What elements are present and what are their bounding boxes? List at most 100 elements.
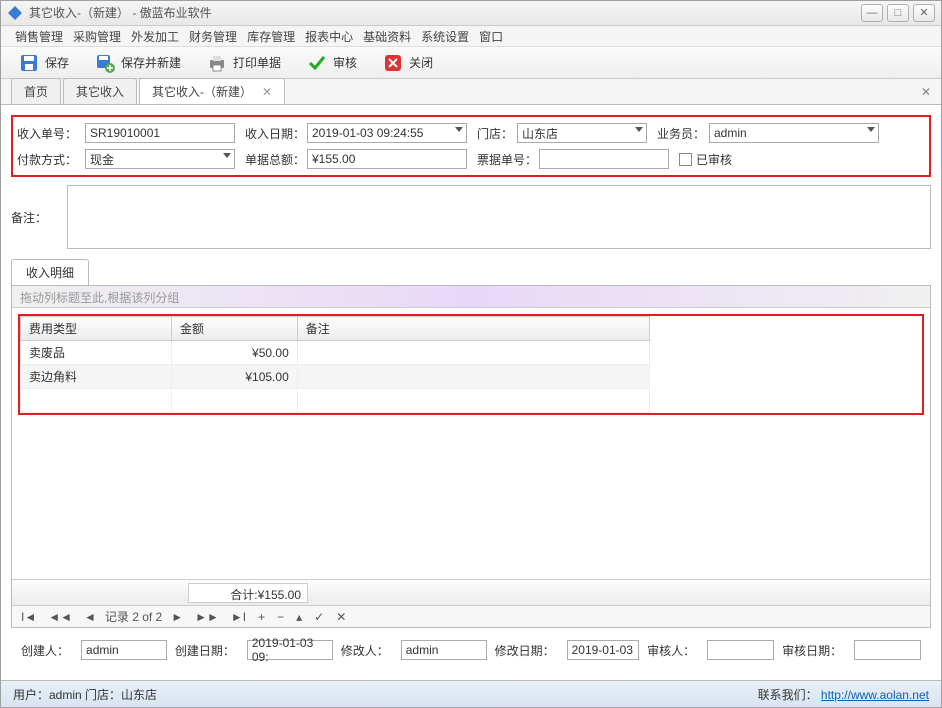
tab-other-income-new[interactable]: 其它收入-（新建）✕: [139, 78, 285, 104]
tab-close-icon[interactable]: ✕: [262, 85, 272, 99]
pager-next[interactable]: ►: [168, 610, 186, 624]
status-link[interactable]: http://www.aolan.net: [821, 688, 929, 702]
menu-outsource[interactable]: 外发加工: [131, 28, 179, 45]
auditor-label: 审核人：: [647, 642, 699, 659]
grid-area: 拖动列标题至此,根据该列分组 费用类型 金额 备注 卖废品¥50.00 卖边角料…: [11, 285, 931, 628]
modifier-input[interactable]: admin: [401, 640, 487, 660]
save-new-button[interactable]: 保存并新建: [95, 53, 181, 73]
menu-system[interactable]: 系统设置: [421, 28, 469, 45]
pager-remove[interactable]: −: [274, 610, 287, 624]
menubar: 销售管理 采购管理 外发加工 财务管理 库存管理 报表中心 基础资料 系统设置 …: [1, 26, 941, 47]
modifier-label: 修改人：: [341, 642, 393, 659]
print-icon: [207, 53, 227, 73]
salesman-label: 业务员：: [657, 125, 709, 142]
auditor-input[interactable]: [707, 640, 774, 660]
save-new-label: 保存并新建: [121, 54, 181, 71]
pager-last[interactable]: ►I: [228, 610, 249, 624]
billno-input[interactable]: [539, 149, 669, 169]
close-icon: [383, 53, 403, 73]
col-type[interactable]: 费用类型: [21, 317, 172, 341]
pager-edit[interactable]: ▴: [293, 610, 305, 624]
modifydate-label: 修改日期：: [495, 642, 559, 659]
store-combo[interactable]: 山东店: [517, 123, 647, 143]
pager-cancel[interactable]: ✕: [333, 610, 349, 624]
group-hint[interactable]: 拖动列标题至此,根据该列分组: [12, 286, 930, 308]
checkbox-icon: [679, 153, 692, 166]
audit-row: 创建人： admin 创建日期： 2019-01-03 09: 修改人： adm…: [11, 628, 931, 672]
status-contact: 联系我们： http://www.aolan.net: [758, 686, 929, 703]
print-button[interactable]: 打印单据: [207, 53, 281, 73]
chevron-down-icon: [455, 127, 463, 132]
detail-tab-income[interactable]: 收入明细: [11, 259, 89, 285]
table-row[interactable]: 卖边角料¥105.00: [21, 365, 650, 389]
close-button[interactable]: 关闭: [383, 53, 433, 73]
table-row[interactable]: 卖废品¥50.00: [21, 341, 650, 365]
save-button[interactable]: 保存: [19, 53, 69, 73]
app-icon: [7, 5, 23, 21]
remark-textarea[interactable]: [67, 185, 931, 249]
paymethod-combo[interactable]: 现金: [85, 149, 235, 169]
menu-inventory[interactable]: 库存管理: [247, 28, 295, 45]
billno-label: 票据单号：: [477, 151, 539, 168]
minimize-button[interactable]: —: [861, 4, 883, 22]
col-amount[interactable]: 金额: [171, 317, 297, 341]
audit-button[interactable]: 审核: [307, 53, 357, 73]
detail-grid[interactable]: 费用类型 金额 备注 卖废品¥50.00 卖边角料¥105.00: [20, 316, 650, 413]
auditdate-label: 审核日期：: [782, 642, 846, 659]
menu-basedata[interactable]: 基础资料: [363, 28, 411, 45]
remark-label: 备注：: [11, 185, 63, 249]
pager-text: 记录 2 of 2: [105, 608, 162, 625]
tab-home[interactable]: 首页: [11, 78, 61, 104]
status-user: 用户：admin 门店：山东店: [13, 686, 157, 703]
close-label: 关闭: [409, 54, 433, 71]
menu-finance[interactable]: 财务管理: [189, 28, 237, 45]
date-input[interactable]: 2019-01-03 09:24:55: [307, 123, 467, 143]
pager-nextpage[interactable]: ►►: [192, 610, 222, 624]
pager-prev[interactable]: ◄: [81, 610, 99, 624]
date-label: 收入日期：: [245, 125, 307, 142]
modifydate-input[interactable]: 2019-01-03: [567, 640, 640, 660]
print-label: 打印单据: [233, 54, 281, 71]
auditdate-input[interactable]: [854, 640, 921, 660]
store-label: 门店：: [477, 125, 517, 142]
menu-report[interactable]: 报表中心: [305, 28, 353, 45]
pager: I◄ ◄◄ ◄ 记录 2 of 2 ► ►► ►I + − ▴ ✓ ✕: [12, 605, 930, 627]
pager-commit[interactable]: ✓: [311, 610, 327, 624]
audited-label: 已审核: [696, 151, 732, 168]
grid-highlight: 费用类型 金额 备注 卖废品¥50.00 卖边角料¥105.00: [18, 314, 924, 415]
pager-prevpage[interactable]: ◄◄: [45, 610, 75, 624]
grid-footer: 合计:¥155.00: [12, 579, 930, 605]
orderno-label: 收入单号：: [17, 125, 85, 142]
col-remark[interactable]: 备注: [297, 317, 649, 341]
pager-first[interactable]: I◄: [18, 610, 39, 624]
detail-tabs: 收入明细: [11, 259, 931, 285]
grid-empty-space: [12, 421, 930, 579]
maximize-button[interactable]: □: [887, 4, 909, 22]
paymethod-label: 付款方式：: [17, 151, 85, 168]
total-input[interactable]: ¥155.00: [307, 149, 467, 169]
total-label: 单据总额：: [245, 151, 307, 168]
pager-add[interactable]: +: [255, 610, 268, 624]
menu-purchase[interactable]: 采购管理: [73, 28, 121, 45]
grid-sum: 合计:¥155.00: [188, 583, 308, 603]
tabs-close-all-icon[interactable]: ✕: [921, 85, 931, 99]
createdate-label: 创建日期：: [175, 642, 239, 659]
app-window: 其它收入-（新建） - 傲蓝布业软件 — □ ✕ 销售管理 采购管理 外发加工 …: [0, 0, 942, 708]
menu-sales[interactable]: 销售管理: [15, 28, 63, 45]
save-icon: [19, 53, 39, 73]
menu-window[interactable]: 窗口: [479, 28, 503, 45]
orderno-input[interactable]: SR19010001: [85, 123, 235, 143]
close-window-button[interactable]: ✕: [913, 4, 935, 22]
check-icon: [307, 53, 327, 73]
doc-tabs: 首页 其它收入 其它收入-（新建）✕ ✕: [1, 79, 941, 105]
header-form-highlight: 收入单号：SR19010001 收入日期：2019-01-03 09:24:55…: [11, 115, 931, 177]
createdate-input[interactable]: 2019-01-03 09:: [247, 640, 333, 660]
table-row-empty[interactable]: [21, 389, 650, 413]
tab-other-income[interactable]: 其它收入: [63, 78, 137, 104]
save-label: 保存: [45, 54, 69, 71]
audited-checkbox[interactable]: 已审核: [679, 151, 732, 168]
salesman-combo[interactable]: admin: [709, 123, 879, 143]
titlebar: 其它收入-（新建） - 傲蓝布业软件 — □ ✕: [1, 1, 941, 26]
chevron-down-icon: [867, 127, 875, 132]
creator-input[interactable]: admin: [81, 640, 167, 660]
